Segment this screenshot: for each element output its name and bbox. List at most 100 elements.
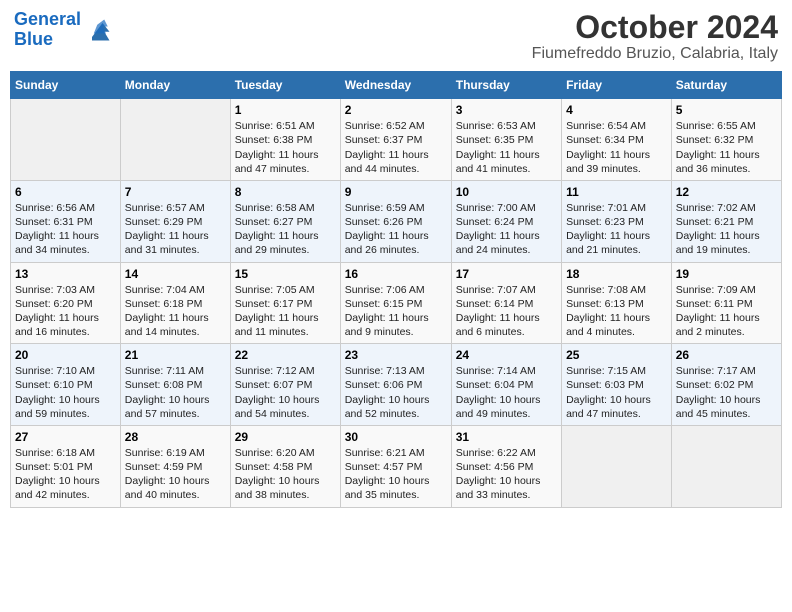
day-number: 1 (235, 103, 336, 117)
day-header-thursday: Thursday (451, 72, 561, 99)
calendar-title: October 2024 (532, 10, 778, 45)
logo: GeneralBlue (14, 10, 113, 50)
day-number: 22 (235, 348, 336, 362)
calendar-cell: 11 Sunrise: 7:01 AM Sunset: 6:23 PM Dayli… (562, 180, 672, 262)
day-number: 15 (235, 267, 336, 281)
day-content: Sunrise: 7:05 AM Sunset: 6:17 PM Dayligh… (235, 283, 336, 340)
day-number: 25 (566, 348, 667, 362)
calendar-cell: 5Sunrise: 6:55 AM Sunset: 6:32 PM Daylig… (671, 99, 781, 181)
week-row-5: 27Sunrise: 6:18 AM Sunset: 5:01 PM Dayli… (11, 425, 782, 507)
day-content: Sunrise: 7:04 AM Sunset: 6:18 PM Dayligh… (125, 283, 226, 340)
day-header-saturday: Saturday (671, 72, 781, 99)
day-content: Sunrise: 7:02 AM Sunset: 6:21 PM Dayligh… (676, 201, 777, 258)
calendar-cell (562, 425, 672, 507)
day-content: Sunrise: 6:56 AM Sunset: 6:31 PM Dayligh… (15, 201, 116, 258)
calendar-cell: 24Sunrise: 7:14 AM Sunset: 6:04 PM Dayli… (451, 344, 561, 426)
calendar-cell: 2 Sunrise: 6:52 AM Sunset: 6:37 PM Daylig… (340, 99, 451, 181)
calendar-cell: 27Sunrise: 6:18 AM Sunset: 5:01 PM Dayli… (11, 425, 121, 507)
day-content: Sunrise: 6:19 AM Sunset: 4:59 PM Dayligh… (125, 446, 226, 503)
calendar-cell: 13 Sunrise: 7:03 AM Sunset: 6:20 PM Dayli… (11, 262, 121, 344)
day-number: 11 (566, 185, 667, 199)
day-number: 30 (345, 430, 447, 444)
logo-icon (85, 16, 113, 44)
calendar-cell (671, 425, 781, 507)
calendar-cell: 25Sunrise: 7:15 AM Sunset: 6:03 PM Dayli… (562, 344, 672, 426)
day-number: 26 (676, 348, 777, 362)
day-number: 12 (676, 185, 777, 199)
day-number: 16 (345, 267, 447, 281)
day-number: 13 (15, 267, 116, 281)
day-number: 8 (235, 185, 336, 199)
day-number: 29 (235, 430, 336, 444)
day-content: Sunrise: 6:21 AM Sunset: 4:57 PM Dayligh… (345, 446, 447, 503)
day-content: Sunrise: 6:20 AM Sunset: 4:58 PM Dayligh… (235, 446, 336, 503)
calendar-cell: 4Sunrise: 6:54 AM Sunset: 6:34 PM Daylig… (562, 99, 672, 181)
calendar-cell: 9 Sunrise: 6:59 AM Sunset: 6:26 PM Daylig… (340, 180, 451, 262)
calendar-cell: 7 Sunrise: 6:57 AM Sunset: 6:29 PM Daylig… (120, 180, 230, 262)
day-content: Sunrise: 7:06 AM Sunset: 6:15 PM Dayligh… (345, 283, 447, 340)
calendar-cell: 31 Sunrise: 6:22 AM Sunset: 4:56 PM Dayli… (451, 425, 561, 507)
calendar-table: SundayMondayTuesdayWednesdayThursdayFrid… (10, 71, 782, 507)
day-number: 9 (345, 185, 447, 199)
day-number: 2 (345, 103, 447, 117)
day-number: 6 (15, 185, 116, 199)
calendar-cell: 6 Sunrise: 6:56 AM Sunset: 6:31 PM Daylig… (11, 180, 121, 262)
day-content: Sunrise: 7:00 AM Sunset: 6:24 PM Dayligh… (456, 201, 557, 258)
calendar-cell: 1Sunrise: 6:51 AM Sunset: 6:38 PM Daylig… (230, 99, 340, 181)
day-content: Sunrise: 6:22 AM Sunset: 4:56 PM Dayligh… (456, 446, 557, 503)
day-content: Sunrise: 7:12 AM Sunset: 6:07 PM Dayligh… (235, 364, 336, 421)
calendar-cell: 3 Sunrise: 6:53 AM Sunset: 6:35 PM Daylig… (451, 99, 561, 181)
calendar-cell: 19 Sunrise: 7:09 AM Sunset: 6:11 PM Dayli… (671, 262, 781, 344)
day-content: Sunrise: 7:17 AM Sunset: 6:02 PM Dayligh… (676, 364, 777, 421)
calendar-cell: 17 Sunrise: 7:07 AM Sunset: 6:14 PM Dayli… (451, 262, 561, 344)
calendar-cell: 14Sunrise: 7:04 AM Sunset: 6:18 PM Dayli… (120, 262, 230, 344)
calendar-cell: 12 Sunrise: 7:02 AM Sunset: 6:21 PM Dayli… (671, 180, 781, 262)
week-row-2: 6 Sunrise: 6:56 AM Sunset: 6:31 PM Daylig… (11, 180, 782, 262)
day-number: 19 (676, 267, 777, 281)
calendar-cell: 21 Sunrise: 7:11 AM Sunset: 6:08 PM Dayli… (120, 344, 230, 426)
day-header-wednesday: Wednesday (340, 72, 451, 99)
day-header-sunday: Sunday (11, 72, 121, 99)
day-number: 20 (15, 348, 116, 362)
day-number: 24 (456, 348, 557, 362)
calendar-cell: 22 Sunrise: 7:12 AM Sunset: 6:07 PM Dayli… (230, 344, 340, 426)
day-header-tuesday: Tuesday (230, 72, 340, 99)
day-content: Sunrise: 6:59 AM Sunset: 6:26 PM Dayligh… (345, 201, 447, 258)
day-content: Sunrise: 7:03 AM Sunset: 6:20 PM Dayligh… (15, 283, 116, 340)
day-content: Sunrise: 6:58 AM Sunset: 6:27 PM Dayligh… (235, 201, 336, 258)
day-number: 5 (676, 103, 777, 117)
title-block: October 2024 Fiumefreddo Bruzio, Calabri… (532, 10, 778, 63)
day-content: Sunrise: 7:13 AM Sunset: 6:06 PM Dayligh… (345, 364, 447, 421)
day-number: 17 (456, 267, 557, 281)
day-number: 31 (456, 430, 557, 444)
day-content: Sunrise: 7:11 AM Sunset: 6:08 PM Dayligh… (125, 364, 226, 421)
day-number: 21 (125, 348, 226, 362)
calendar-cell: 10 Sunrise: 7:00 AM Sunset: 6:24 PM Dayli… (451, 180, 561, 262)
week-row-4: 20 Sunrise: 7:10 AM Sunset: 6:10 PM Dayli… (11, 344, 782, 426)
day-header-friday: Friday (562, 72, 672, 99)
day-content: Sunrise: 6:52 AM Sunset: 6:37 PM Dayligh… (345, 119, 447, 176)
day-content: Sunrise: 6:57 AM Sunset: 6:29 PM Dayligh… (125, 201, 226, 258)
day-content: Sunrise: 7:08 AM Sunset: 6:13 PM Dayligh… (566, 283, 667, 340)
day-number: 10 (456, 185, 557, 199)
calendar-cell: 28Sunrise: 6:19 AM Sunset: 4:59 PM Dayli… (120, 425, 230, 507)
day-content: Sunrise: 7:10 AM Sunset: 6:10 PM Dayligh… (15, 364, 116, 421)
day-content: Sunrise: 6:53 AM Sunset: 6:35 PM Dayligh… (456, 119, 557, 176)
logo-text: GeneralBlue (14, 10, 81, 50)
day-content: Sunrise: 7:01 AM Sunset: 6:23 PM Dayligh… (566, 201, 667, 258)
calendar-cell (11, 99, 121, 181)
calendar-subtitle: Fiumefreddo Bruzio, Calabria, Italy (532, 45, 778, 63)
calendar-header: SundayMondayTuesdayWednesdayThursdayFrid… (11, 72, 782, 99)
calendar-cell: 23 Sunrise: 7:13 AM Sunset: 6:06 PM Dayli… (340, 344, 451, 426)
day-number: 7 (125, 185, 226, 199)
calendar-cell: 20 Sunrise: 7:10 AM Sunset: 6:10 PM Dayli… (11, 344, 121, 426)
day-number: 3 (456, 103, 557, 117)
page-header: GeneralBlue October 2024 Fiumefreddo Bru… (10, 10, 782, 63)
calendar-cell: 16 Sunrise: 7:06 AM Sunset: 6:15 PM Dayli… (340, 262, 451, 344)
calendar-body: 1Sunrise: 6:51 AM Sunset: 6:38 PM Daylig… (11, 99, 782, 507)
day-content: Sunrise: 6:54 AM Sunset: 6:34 PM Dayligh… (566, 119, 667, 176)
day-content: Sunrise: 7:09 AM Sunset: 6:11 PM Dayligh… (676, 283, 777, 340)
day-content: Sunrise: 6:18 AM Sunset: 5:01 PM Dayligh… (15, 446, 116, 503)
day-number: 23 (345, 348, 447, 362)
day-content: Sunrise: 7:07 AM Sunset: 6:14 PM Dayligh… (456, 283, 557, 340)
